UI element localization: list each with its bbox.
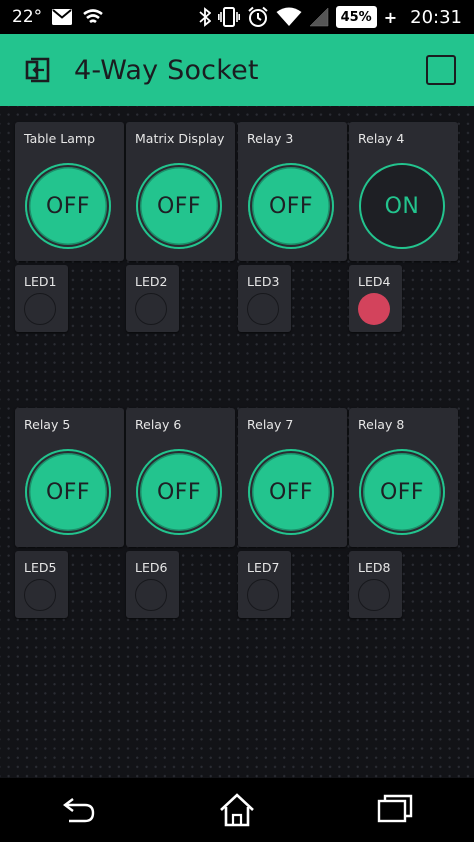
widget-label: Relay 8 (358, 417, 405, 432)
system-nav-bar (0, 778, 474, 842)
widget-label: Relay 3 (247, 131, 294, 146)
button-widget-relay-8: Relay 8 OFF (349, 408, 458, 547)
toggle-button[interactable]: OFF (25, 449, 111, 535)
home-icon (220, 793, 254, 827)
led-label: LED3 (247, 274, 280, 289)
widget-label: Relay 6 (135, 417, 182, 432)
project-title: 4-Way Socket (74, 54, 259, 86)
bluetooth-icon (198, 7, 211, 27)
alarm-icon (247, 6, 269, 28)
widget-label: Relay 5 (24, 417, 71, 432)
back-icon (63, 798, 95, 823)
led-label: LED2 (135, 274, 168, 289)
widget-label: Relay 7 (247, 417, 294, 432)
nav-recent-apps-button[interactable] (373, 788, 417, 832)
button-widget-relay-3: Relay 3 OFF (238, 122, 347, 261)
led-label: LED6 (135, 560, 168, 575)
button-widget-relay-4: Relay 4 ON (349, 122, 458, 261)
led-indicator (358, 293, 390, 325)
wifi-icon (276, 7, 302, 27)
led-widget-7: LED7 (238, 551, 291, 618)
button-widget-relay-7: Relay 7 OFF (238, 408, 347, 547)
battery-level: 45% (340, 9, 372, 25)
toggle-button[interactable]: OFF (248, 163, 334, 249)
widget-label: Relay 4 (358, 131, 405, 146)
led-indicator (358, 579, 390, 611)
temperature-text: 22° (12, 7, 43, 27)
nav-home-button[interactable] (215, 788, 259, 832)
button-widget-table-lamp: Table Lamp OFF (15, 122, 124, 261)
button-widget-matrix-display: Matrix Display OFF (126, 122, 235, 261)
back-to-projects-button[interactable] (20, 52, 56, 88)
led-indicator (135, 293, 167, 325)
clock-time: 20:31 (410, 6, 462, 28)
exit-icon (25, 57, 50, 83)
led-indicator (24, 579, 56, 611)
toggle-button[interactable]: OFF (25, 163, 111, 249)
status-bar: 22° 45% + 20:31 (0, 0, 474, 34)
toggle-button[interactable]: OFF (359, 449, 445, 535)
led-widget-3: LED3 (238, 265, 291, 332)
battery-indicator: 45% (335, 6, 377, 28)
led-widget-6: LED6 (126, 551, 179, 618)
led-widget-5: LED5 (15, 551, 68, 618)
led-widget-2: LED2 (126, 265, 179, 332)
toggle-button[interactable]: ON (359, 163, 445, 249)
signal-icon (308, 7, 329, 27)
toggle-button[interactable]: OFF (248, 449, 334, 535)
recent-apps-icon (377, 794, 413, 823)
led-label: LED1 (24, 274, 57, 289)
charging-indicator: + (383, 7, 398, 27)
play-mode-button[interactable] (426, 55, 456, 85)
app-header: 4-Way Socket (0, 34, 474, 106)
led-label: LED4 (358, 274, 391, 289)
led-widget-1: LED1 (15, 265, 68, 332)
led-indicator (24, 293, 56, 325)
notification-icon (82, 8, 104, 26)
led-label: LED7 (247, 560, 280, 575)
led-label: LED8 (358, 560, 391, 575)
led-widget-4: LED4 (349, 265, 402, 332)
led-indicator (247, 579, 279, 611)
led-indicator (135, 579, 167, 611)
led-widget-8: LED8 (349, 551, 402, 618)
widget-label: Table Lamp (24, 131, 96, 146)
dashboard-canvas: Table Lamp OFF Matrix Display OFF Relay … (0, 106, 474, 778)
mail-icon (52, 9, 73, 25)
toggle-button[interactable]: OFF (136, 163, 222, 249)
vibrate-icon (217, 7, 240, 27)
button-widget-relay-5: Relay 5 OFF (15, 408, 124, 547)
led-label: LED5 (24, 560, 57, 575)
led-indicator (247, 293, 279, 325)
widget-label: Matrix Display (135, 131, 225, 146)
button-widget-relay-6: Relay 6 OFF (126, 408, 235, 547)
nav-back-button[interactable] (57, 788, 101, 832)
toggle-button[interactable]: OFF (136, 449, 222, 535)
